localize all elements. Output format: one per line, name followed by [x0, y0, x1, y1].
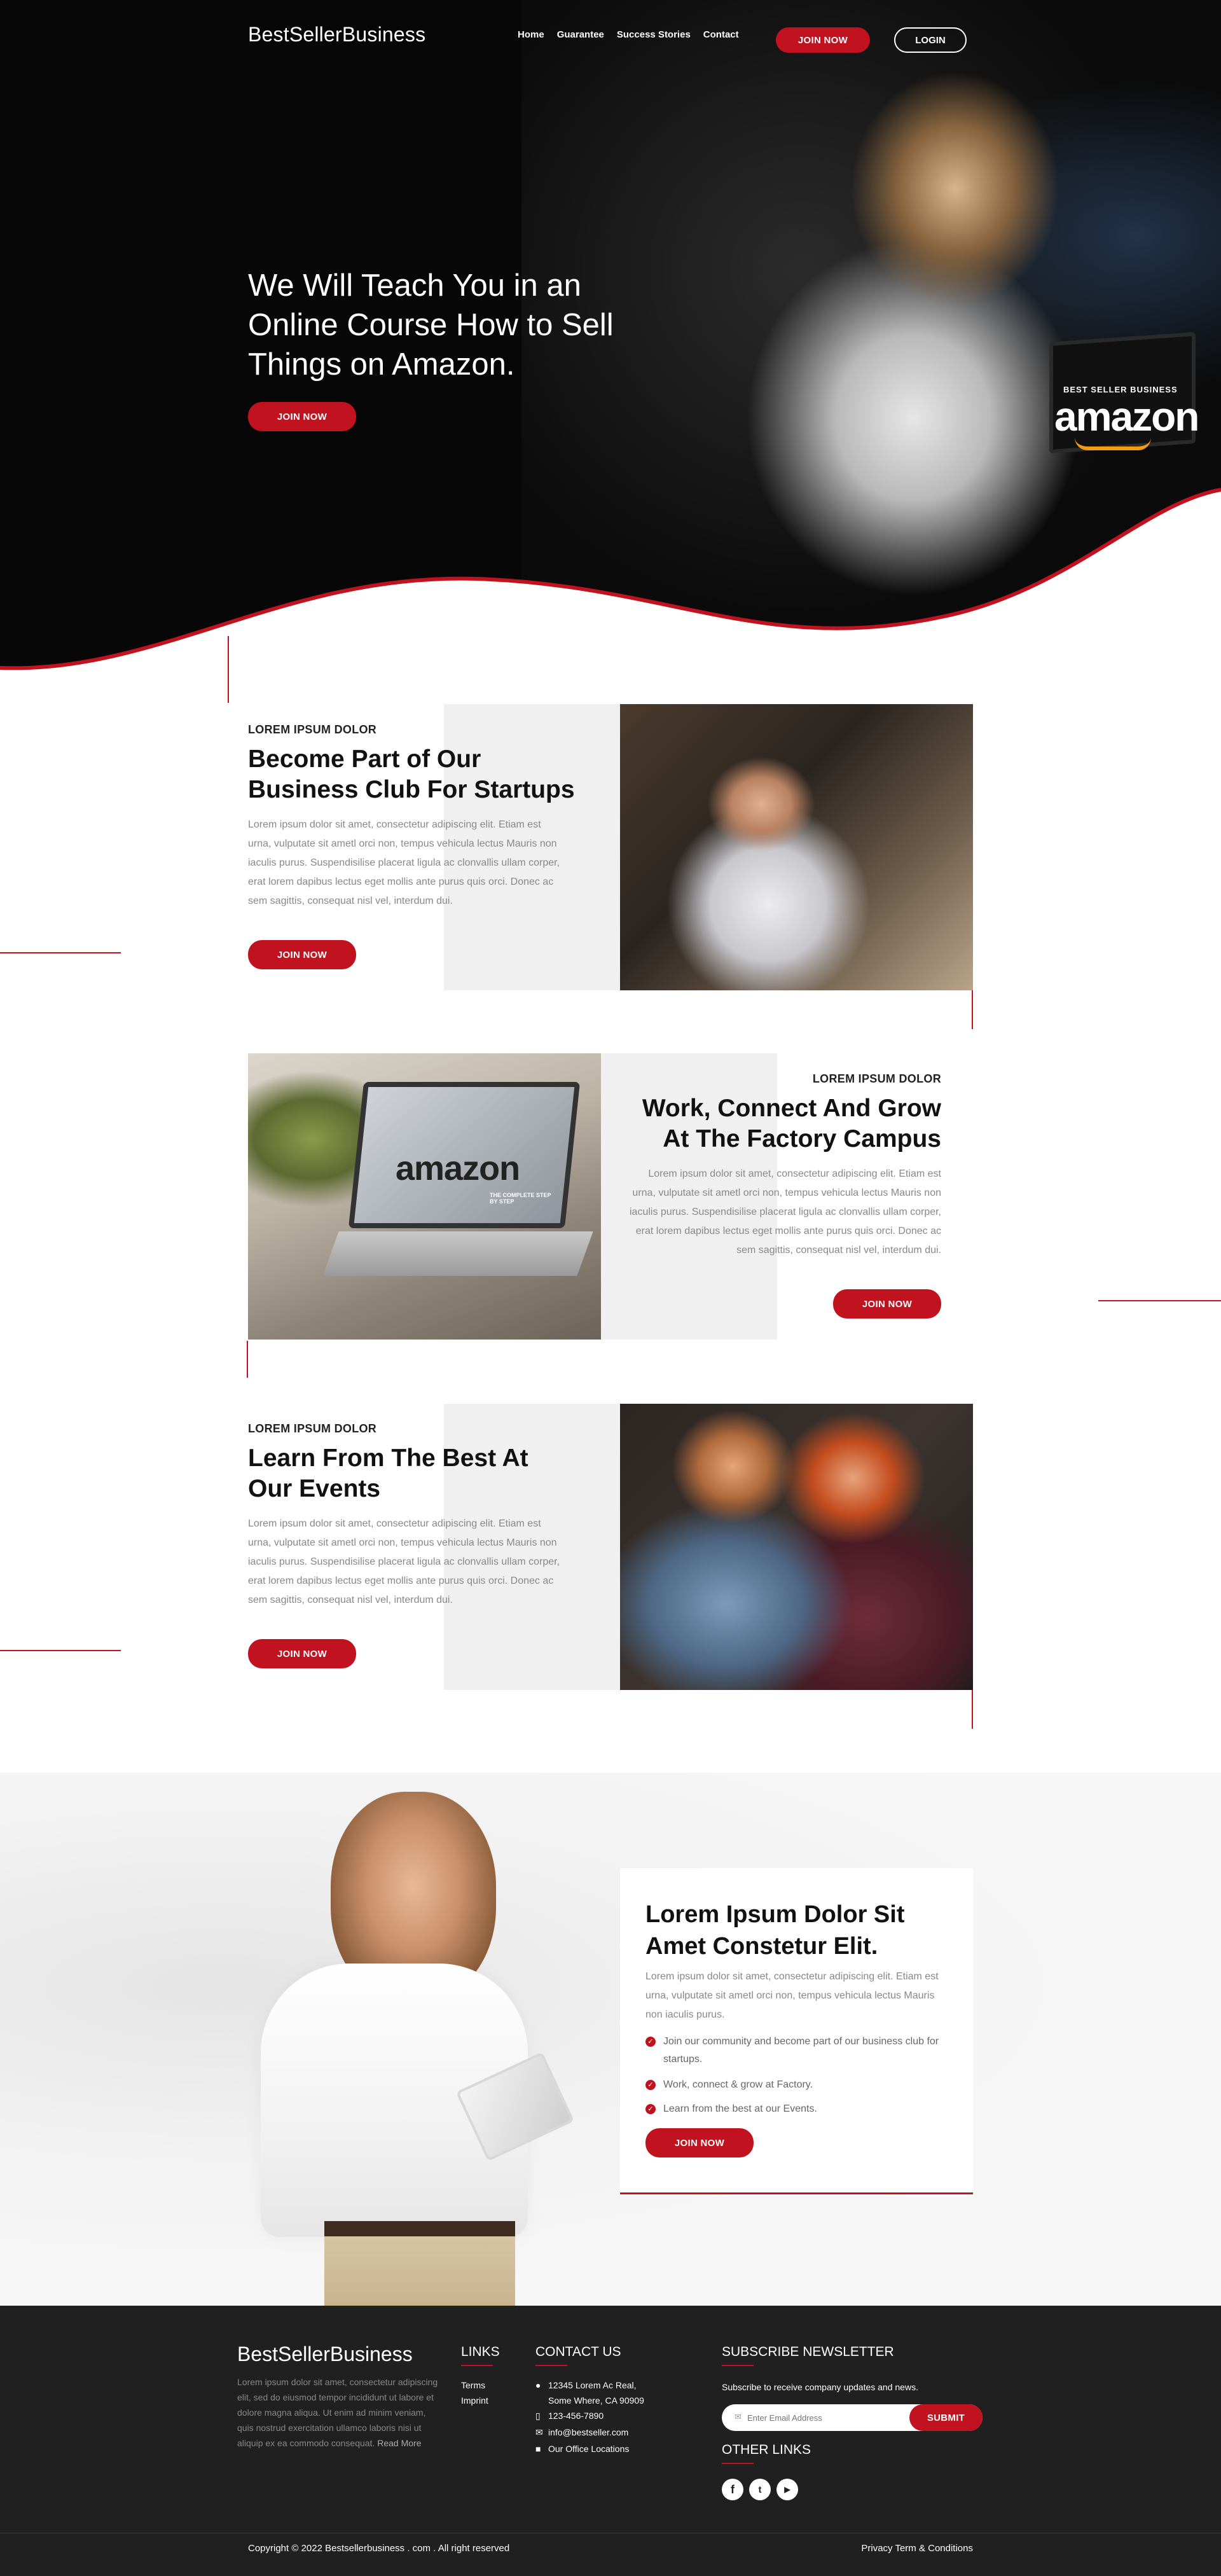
- twitter-icon[interactable]: t: [749, 2479, 771, 2500]
- footer-read-more[interactable]: Read More: [377, 2438, 421, 2448]
- heading-underline: [461, 2365, 493, 2366]
- nav-home[interactable]: Home: [518, 29, 544, 40]
- promo-check-item: ✓ Join our community and become part of …: [645, 2033, 951, 2068]
- hero-title: We Will Teach You in an Online Course Ho…: [248, 268, 614, 382]
- section-title: Become Part of Our Business Club For Sta…: [248, 745, 575, 803]
- main-nav: Home Guarantee Success Stories Contact: [518, 29, 739, 40]
- newsletter-submit-button[interactable]: SUBMIT: [909, 2404, 983, 2431]
- nav-contact[interactable]: Contact: [703, 29, 739, 40]
- section-body: Lorem ipsum dolor sit amet, consectetur …: [629, 1168, 941, 1256]
- promo-check-item: ✓ Work, connect & grow at Factory.: [645, 2076, 951, 2094]
- footer-address-line2: Some Where, CA 90909: [548, 2395, 644, 2406]
- brand-logo[interactable]: BestSellerBusiness: [248, 23, 425, 46]
- promo-check-text: Join our community and become part of ou…: [663, 2036, 939, 2065]
- laptop-tagline: THE COMPLETE STEP BY STEP: [490, 1192, 551, 1205]
- promo-check-text: Learn from the best at our Events.: [663, 2103, 817, 2114]
- footer-copyright: Copyright © 2022 Bestsellerbusiness . co…: [248, 2543, 510, 2554]
- decor-line: [1098, 1300, 1221, 1301]
- amazon-logo: amazon: [396, 1149, 520, 1188]
- footer-contact-heading: CONTACT US: [535, 2344, 621, 2359]
- promo-title: Lorem Ipsum Dolor Sit Amet Constetur Eli…: [645, 1901, 905, 1960]
- footer-link-terms[interactable]: Terms: [461, 2378, 485, 2393]
- footer-newsletter-heading: SUBSCRIBE NEWSLETTER: [722, 2344, 894, 2359]
- footer-newsletter-text: Subscribe to receive company updates and…: [722, 2382, 918, 2392]
- footer-phone[interactable]: 123-456-7890: [548, 2408, 604, 2423]
- decor-line: [0, 952, 121, 953]
- footer-legal-link[interactable]: Privacy Term & Conditions: [827, 2541, 973, 2556]
- hero-amazon-logo: amazon: [1054, 394, 1199, 440]
- decor-line: [972, 990, 973, 1029]
- promo-section: [0, 1773, 1221, 2306]
- section-title: Work, Connect And Grow At The Factory Ca…: [642, 1095, 941, 1153]
- phone-icon: ▯: [535, 2411, 541, 2421]
- promo-body: Lorem ipsum dolor sit amet, consectetur …: [645, 1971, 939, 2020]
- footer-other-links-heading: OTHER LINKS: [722, 2442, 811, 2457]
- promo-check-item: ✓ Learn from the best at our Events.: [645, 2100, 951, 2118]
- man-trousers: [324, 2221, 515, 2306]
- nav-success-stories[interactable]: Success Stories: [617, 29, 691, 40]
- footer-brand[interactable]: BestSellerBusiness: [237, 2343, 413, 2366]
- section-kicker: LOREM IPSUM DOLOR: [248, 1422, 377, 1435]
- heading-underline: [535, 2365, 567, 2366]
- section-title: Learn From The Best At Our Events: [248, 1444, 528, 1502]
- nav-join-button[interactable]: JOIN NOW: [776, 27, 870, 53]
- map-pin-icon: ●: [535, 2380, 541, 2390]
- hero-section: BEST SELLER BUSINESS amazon BestSellerBu…: [0, 0, 1221, 674]
- promo-join-button[interactable]: JOIN NOW: [645, 2128, 754, 2157]
- promo-check-text: Work, connect & grow at Factory.: [663, 2079, 813, 2090]
- decor-line: [972, 1689, 973, 1729]
- nav-guarantee[interactable]: Guarantee: [557, 29, 604, 40]
- check-circle-icon: ✓: [645, 2080, 656, 2090]
- hero-wave-divider: [0, 488, 1221, 674]
- amazon-laptop-photo: amazon THE COMPLETE STEP BY STEP: [248, 1053, 601, 1340]
- section-body: Lorem ipsum dolor sit amet, consectetur …: [248, 1518, 560, 1605]
- section-join-button[interactable]: JOIN NOW: [833, 1289, 941, 1319]
- page: BEST SELLER BUSINESS amazon BestSellerBu…: [0, 0, 1221, 2576]
- footer-office-locations[interactable]: Our Office Locations: [548, 2441, 629, 2456]
- section-join-button[interactable]: JOIN NOW: [248, 940, 356, 969]
- business-woman-photo: [620, 704, 973, 990]
- decor-line: [228, 636, 229, 703]
- footer-address-line1: 12345 Lorem Ac Real,: [548, 2380, 637, 2390]
- newsletter-form: ✉ SUBMIT: [722, 2404, 983, 2431]
- footer-email[interactable]: info@bestseller.com: [548, 2425, 628, 2440]
- section-kicker: LOREM IPSUM DOLOR: [248, 723, 377, 736]
- heading-underline: [722, 2365, 754, 2366]
- amazon-smile-icon: [1075, 438, 1151, 450]
- newsletter-email-input[interactable]: [747, 2409, 906, 2426]
- check-circle-icon: ✓: [645, 2104, 656, 2114]
- hero-join-button[interactable]: JOIN NOW: [248, 402, 356, 431]
- mail-icon: ✉: [535, 2427, 543, 2437]
- decor-line: [247, 1341, 248, 1378]
- couple-tablet-photo: [620, 1404, 973, 1690]
- youtube-icon[interactable]: ▶: [776, 2479, 798, 2500]
- section-join-button[interactable]: JOIN NOW: [248, 1639, 356, 1668]
- footer-links-heading: LINKS: [461, 2344, 500, 2359]
- footer-about: Lorem ipsum dolor sit amet, consectetur …: [237, 2374, 441, 2451]
- facebook-icon[interactable]: f: [722, 2479, 743, 2500]
- building-icon: ■: [535, 2444, 541, 2454]
- check-circle-icon: ✓: [645, 2037, 656, 2047]
- envelope-icon: ✉: [735, 2412, 742, 2421]
- section-body: Lorem ipsum dolor sit amet, consectetur …: [248, 819, 560, 906]
- footer-link-imprint[interactable]: Imprint: [461, 2393, 488, 2408]
- card-underline: [620, 2192, 973, 2194]
- section-kicker: LOREM IPSUM DOLOR: [812, 1072, 941, 1085]
- login-button[interactable]: LOGIN: [894, 27, 967, 53]
- heading-underline: [722, 2463, 754, 2464]
- laptop-keyboard: [322, 1231, 593, 1276]
- decor-line: [0, 1650, 121, 1651]
